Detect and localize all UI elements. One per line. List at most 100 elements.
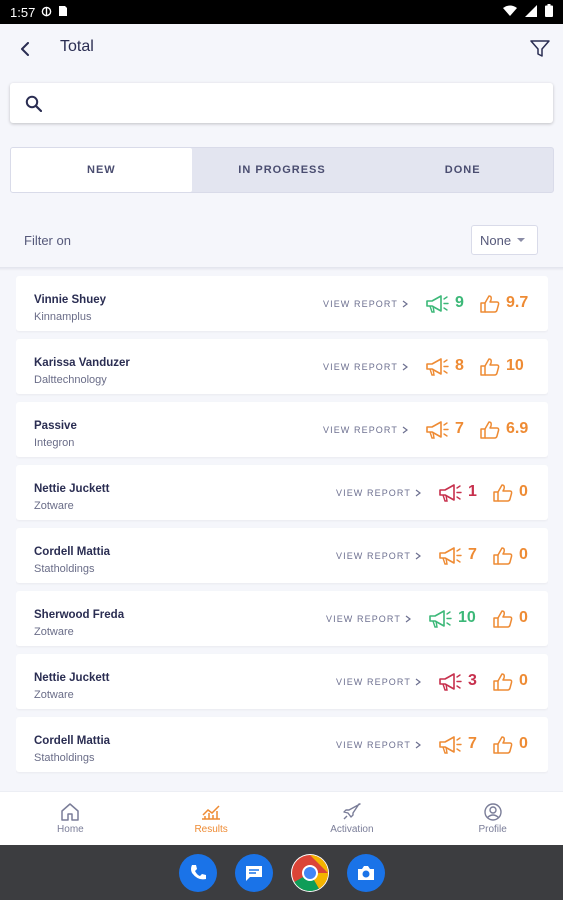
chevron-right-icon bbox=[402, 363, 408, 371]
rating-value: 0 bbox=[519, 483, 528, 500]
status-time: 1:57 bbox=[10, 4, 36, 20]
nav-profile[interactable]: Profile bbox=[422, 792, 563, 845]
view-report-link[interactable]: VIEW REPORT bbox=[336, 551, 421, 561]
tab-done[interactable]: DONE bbox=[372, 148, 553, 192]
nav-home[interactable]: Home bbox=[0, 792, 141, 845]
megaphone-icon bbox=[436, 481, 464, 505]
bottom-navigation: Home Results Activation Profile bbox=[0, 791, 563, 845]
contact-card[interactable]: Karissa Vanduzer Dalttechnology VIEW REPOR… bbox=[16, 339, 548, 394]
megaphone-icon bbox=[426, 607, 454, 631]
view-report-label: VIEW REPORT bbox=[336, 488, 411, 498]
chevron-right-icon bbox=[402, 300, 408, 308]
contact-card[interactable]: Nettie Juckett Zotware VIEW REPORT 1 0 bbox=[16, 465, 548, 520]
contact-card[interactable]: Cordell Mattia Statholdings VIEW REPORT 7 0 bbox=[16, 528, 548, 583]
megaphone-icon bbox=[423, 355, 451, 379]
contact-card[interactable]: Cordell Mattia Statholdings VIEW REPORT 7 0 bbox=[16, 717, 548, 772]
results-icon bbox=[202, 804, 221, 820]
contact-company: Zotware bbox=[34, 500, 74, 512]
view-report-link[interactable]: VIEW REPORT bbox=[323, 362, 408, 372]
view-report-label: VIEW REPORT bbox=[323, 425, 398, 435]
chevron-right-icon bbox=[415, 552, 421, 560]
rating-value: 0 bbox=[519, 546, 528, 563]
contact-name: Karissa Vanduzer bbox=[34, 357, 130, 369]
megaphone-icon bbox=[436, 733, 464, 757]
rating-value: 9.7 bbox=[506, 294, 529, 311]
thumbs-up-icon bbox=[478, 355, 502, 379]
nav-results[interactable]: Results bbox=[141, 792, 282, 845]
nps-score: 9 bbox=[455, 294, 464, 311]
nps-score: 8 bbox=[455, 357, 464, 374]
status-tabs: NEW IN PROGRESS DONE bbox=[10, 147, 554, 193]
chrome-app-button[interactable] bbox=[290, 853, 329, 892]
contact-company: Statholdings bbox=[34, 563, 95, 575]
tab-in-progress[interactable]: IN PROGRESS bbox=[192, 148, 373, 192]
thumbs-up-icon bbox=[491, 544, 515, 568]
phone-app-button[interactable] bbox=[178, 853, 217, 892]
view-report-link[interactable]: VIEW REPORT bbox=[336, 677, 421, 687]
view-report-label: VIEW REPORT bbox=[323, 362, 398, 372]
thumbs-up-icon bbox=[491, 670, 515, 694]
nps-score: 7 bbox=[468, 546, 477, 563]
nav-profile-label: Profile bbox=[478, 823, 507, 835]
nps-score: 7 bbox=[468, 735, 477, 752]
contact-card[interactable]: Nettie Juckett Zotware VIEW REPORT 3 0 bbox=[16, 654, 548, 709]
nps-score: 7 bbox=[455, 420, 464, 437]
rating-value: 0 bbox=[519, 609, 528, 626]
chevron-right-icon bbox=[402, 426, 408, 434]
search-input[interactable] bbox=[52, 95, 532, 111]
wifi-icon bbox=[503, 5, 517, 20]
nav-activation[interactable]: Activation bbox=[282, 792, 423, 845]
system-dock bbox=[0, 845, 563, 900]
contact-company: Statholdings bbox=[34, 752, 95, 764]
view-report-label: VIEW REPORT bbox=[336, 677, 411, 687]
sync-icon bbox=[41, 5, 52, 20]
filter-dropdown-value: None bbox=[480, 232, 512, 248]
back-arrow-icon bbox=[21, 42, 29, 56]
dropdown-caret-icon bbox=[517, 238, 526, 242]
search-bar[interactable] bbox=[10, 83, 553, 123]
chevron-right-icon bbox=[405, 615, 411, 623]
contact-list: Vinnie Shuey Kinnamplus VIEW REPORT 9 9.7 Kar… bbox=[16, 276, 548, 791]
thumbs-up-icon bbox=[478, 292, 502, 316]
chevron-right-icon bbox=[415, 678, 421, 686]
contact-company: Dalttechnology bbox=[34, 374, 107, 386]
contact-company: Kinnamplus bbox=[34, 311, 92, 323]
section-divider bbox=[0, 267, 563, 271]
view-report-link[interactable]: VIEW REPORT bbox=[323, 299, 408, 309]
filter-button[interactable] bbox=[529, 38, 551, 60]
contact-card[interactable]: Vinnie Shuey Kinnamplus VIEW REPORT 9 9.7 bbox=[16, 276, 548, 331]
tab-new[interactable]: NEW bbox=[11, 148, 192, 192]
nps-score: 1 bbox=[468, 483, 477, 500]
contact-name: Vinnie Shuey bbox=[34, 294, 107, 306]
rating-value: 6.9 bbox=[506, 420, 529, 437]
phone-icon bbox=[190, 864, 206, 879]
view-report-link[interactable]: VIEW REPORT bbox=[336, 740, 421, 750]
contact-company: Integron bbox=[34, 437, 75, 449]
view-report-label: VIEW REPORT bbox=[326, 614, 401, 624]
contact-name: Nettie Juckett bbox=[34, 483, 110, 495]
nav-activation-label: Activation bbox=[330, 823, 374, 835]
view-report-link[interactable]: VIEW REPORT bbox=[326, 614, 411, 624]
filter-dropdown[interactable]: None bbox=[471, 225, 538, 255]
status-bar: 1:57 bbox=[0, 0, 563, 24]
filter-label: Filter on bbox=[24, 233, 71, 248]
thumbs-up-icon bbox=[491, 607, 515, 631]
chevron-right-icon bbox=[415, 489, 421, 497]
megaphone-icon bbox=[423, 418, 451, 442]
sim-icon bbox=[58, 5, 68, 20]
contact-card[interactable]: Sherwood Freda Zotware VIEW REPORT 10 0 bbox=[16, 591, 548, 646]
view-report-label: VIEW REPORT bbox=[323, 299, 398, 309]
filter-row: Filter on None bbox=[0, 224, 563, 258]
messages-app-button[interactable] bbox=[234, 853, 273, 892]
view-report-link[interactable]: VIEW REPORT bbox=[336, 488, 421, 498]
chrome-icon bbox=[291, 854, 328, 891]
thumbs-up-icon bbox=[491, 733, 515, 757]
back-button[interactable] bbox=[14, 38, 36, 60]
home-icon bbox=[61, 802, 80, 821]
camera-app-button[interactable] bbox=[346, 853, 385, 892]
nav-results-label: Results bbox=[194, 823, 228, 835]
contact-card[interactable]: Passive Integron VIEW REPORT 7 6.9 bbox=[16, 402, 548, 457]
view-report-link[interactable]: VIEW REPORT bbox=[323, 425, 408, 435]
thumbs-up-icon bbox=[478, 418, 502, 442]
battery-icon bbox=[545, 4, 553, 20]
